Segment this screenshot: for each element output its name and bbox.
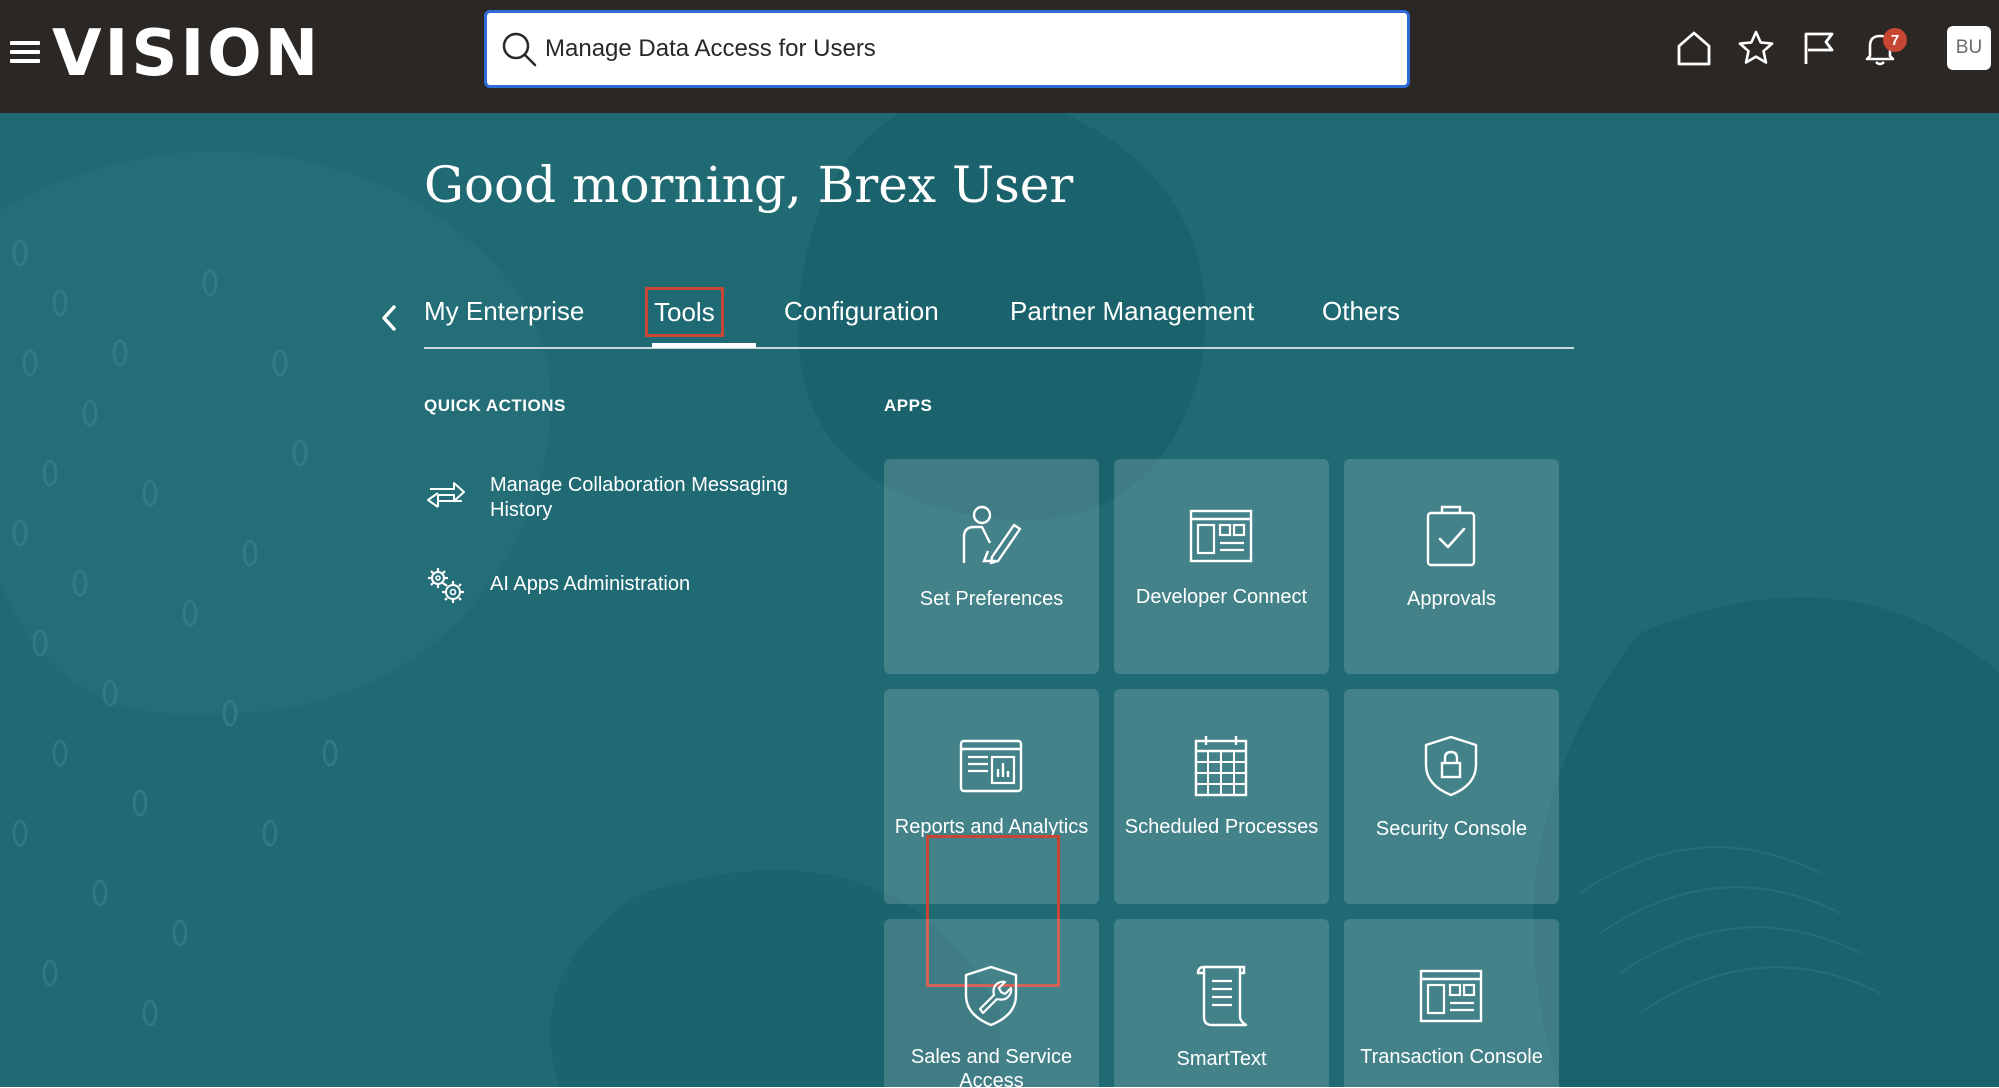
app-tile-reports-and-analytics[interactable]: Reports and Analytics <box>884 689 1099 904</box>
tab-my-enterprise[interactable]: My Enterprise <box>424 289 584 333</box>
app-tile-set-preferences[interactable]: Set Preferences <box>884 459 1099 674</box>
tile-label: Approvals <box>1407 588 1496 610</box>
menu-hamburger-icon[interactable] <box>10 36 40 68</box>
tab-partner-management[interactable]: Partner Management <box>1010 289 1254 333</box>
app-logo[interactable]: VISION <box>52 14 321 94</box>
app-tile-sales-and-service-access[interactable]: Sales and Service Access <box>884 919 1099 1087</box>
clipboard-check-icon <box>1426 505 1476 567</box>
active-tab-indicator <box>652 343 756 348</box>
shield-lock-icon <box>1424 735 1478 797</box>
arrows-exchange-icon <box>427 482 465 508</box>
user-avatar[interactable]: BU <box>1947 26 1991 70</box>
console-window-icon <box>1419 969 1483 1023</box>
tab-others[interactable]: Others <box>1322 289 1400 333</box>
tab-configuration[interactable]: Configuration <box>784 289 939 333</box>
tile-label: Developer Connect <box>1135 586 1308 608</box>
top-navigation-bar: VISION 7 BU <box>0 0 1999 113</box>
app-tile-security-console[interactable]: Security Console <box>1344 689 1559 904</box>
quick-actions-heading: QUICK ACTIONS <box>424 396 566 415</box>
chevron-left-icon[interactable] <box>376 301 402 335</box>
shield-wrench-icon <box>964 965 1018 1027</box>
tile-label: Scheduled Processes <box>1124 816 1319 838</box>
search-input[interactable] <box>545 27 1385 71</box>
tile-label: Sales and Service Access <box>910 1046 1073 1087</box>
person-pen-icon <box>962 505 1022 565</box>
springboard-tabs: My Enterprise Tools Configuration Partne… <box>424 287 1574 349</box>
quick-action-label: AI Apps Administration <box>490 573 691 595</box>
star-icon[interactable] <box>1736 28 1776 68</box>
report-chart-icon <box>959 739 1023 793</box>
quick-action-label: Manage Collaboration Messaging History <box>490 474 788 521</box>
tile-label: Transaction Console <box>1360 1046 1543 1068</box>
global-search-box[interactable] <box>484 10 1410 88</box>
app-tile-approvals[interactable]: Approvals <box>1344 459 1559 674</box>
calendar-grid-icon <box>1194 736 1248 797</box>
dashboard-window-icon <box>1189 509 1253 563</box>
notification-count-badge: 7 <box>1883 28 1907 52</box>
quick-action-ai-apps-administration[interactable]: AI Apps Administration <box>424 563 830 607</box>
tile-label: Set Preferences <box>919 588 1064 610</box>
scroll-document-icon <box>1196 965 1248 1027</box>
springboard-panel: Good morning, Brex User My Enterprise To… <box>0 113 1999 1087</box>
home-icon[interactable] <box>1674 28 1714 68</box>
app-tile-smarttext[interactable]: SmartText <box>1114 919 1329 1087</box>
app-tile-transaction-console[interactable]: Transaction Console <box>1344 919 1559 1087</box>
greeting-heading: Good morning, Brex User <box>424 156 1074 214</box>
tile-label: Reports and Analytics <box>894 816 1089 838</box>
app-tile-scheduled-processes[interactable]: Scheduled Processes <box>1114 689 1329 904</box>
app-tile-developer-connect[interactable]: Developer Connect <box>1114 459 1329 674</box>
quick-action-manage-collaboration[interactable]: Manage Collaboration Messaging History <box>424 473 830 523</box>
tab-tools[interactable]: Tools <box>645 287 724 337</box>
flag-icon[interactable] <box>1798 28 1838 68</box>
gears-icon <box>428 568 464 603</box>
tile-label: Security Console <box>1375 818 1528 840</box>
apps-heading: APPS <box>884 396 933 415</box>
tile-label: SmartText <box>1176 1048 1267 1070</box>
search-icon <box>502 32 537 67</box>
